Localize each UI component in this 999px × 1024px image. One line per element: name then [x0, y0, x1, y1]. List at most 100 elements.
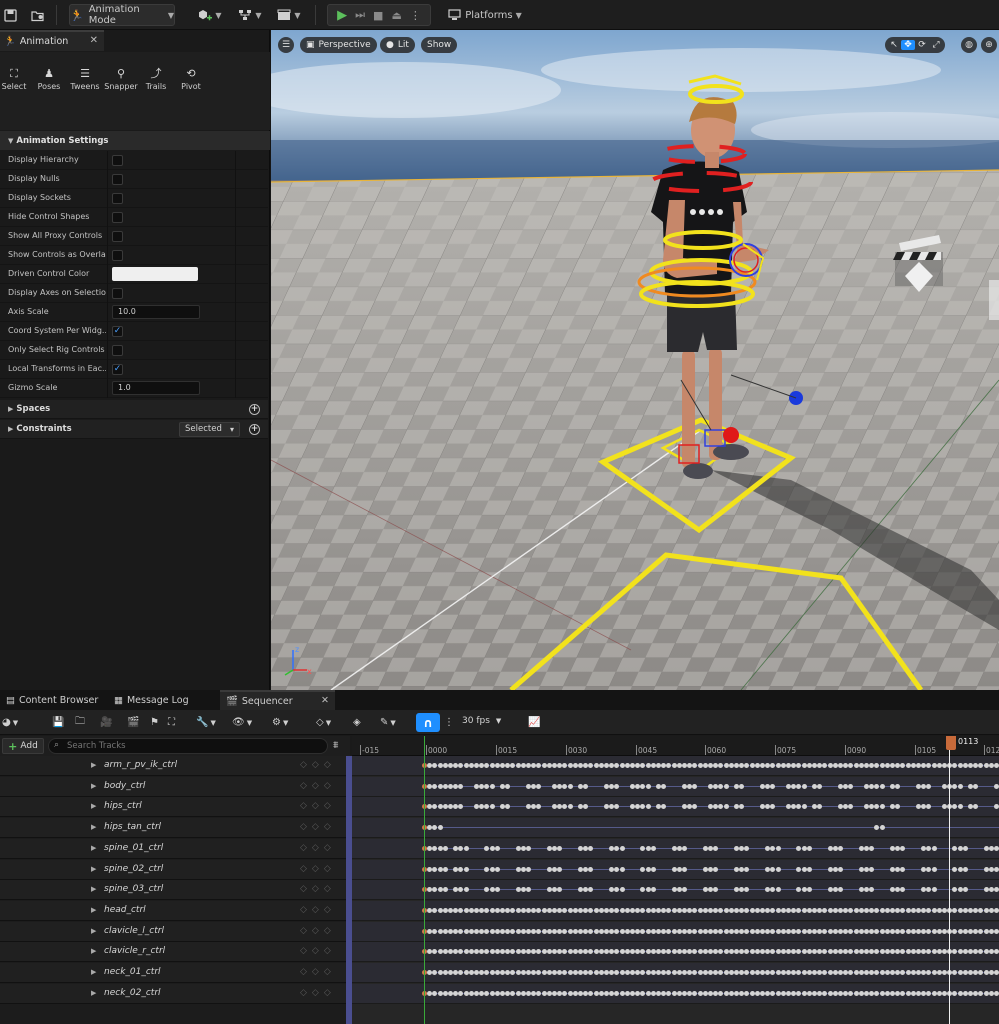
- keyframe[interactable]: [900, 846, 906, 851]
- keyframe[interactable]: [926, 784, 932, 789]
- keyframe[interactable]: [671, 929, 677, 934]
- keyframe[interactable]: [879, 929, 885, 934]
- auto-key-icon[interactable]: ◈: [353, 715, 361, 730]
- eject-icon[interactable]: ⏏: [391, 9, 401, 22]
- keyframe[interactable]: [749, 991, 755, 996]
- keyframe[interactable]: [744, 929, 750, 934]
- keyframe[interactable]: [671, 887, 677, 892]
- tab-sequencer[interactable]: 🎬 Sequencer ✕: [220, 690, 335, 710]
- keyframe[interactable]: [900, 763, 906, 768]
- keyframe[interactable]: [567, 804, 573, 809]
- keyframe[interactable]: [588, 908, 594, 913]
- search-tracks-input[interactable]: [48, 738, 328, 754]
- tab-message-log[interactable]: ▦ Message Log: [108, 690, 216, 710]
- keyframe[interactable]: [458, 867, 464, 872]
- keyframe[interactable]: [952, 949, 958, 954]
- keyframe[interactable]: [749, 929, 755, 934]
- keyframe[interactable]: [614, 763, 620, 768]
- keyframe[interactable]: [682, 887, 687, 892]
- keyframe[interactable]: [926, 846, 932, 851]
- keyframe[interactable]: [541, 991, 547, 996]
- keyframe[interactable]: [463, 763, 469, 768]
- display-hierarchy-checkbox[interactable]: [112, 155, 123, 166]
- keyframe[interactable]: [744, 991, 750, 996]
- keyframe[interactable]: [957, 784, 963, 789]
- keyframe[interactable]: [484, 846, 490, 851]
- keyframe[interactable]: [723, 784, 729, 789]
- keyframe[interactable]: [994, 949, 999, 954]
- keyframe[interactable]: [957, 949, 963, 954]
- keyframe[interactable]: [983, 991, 989, 996]
- keyframe[interactable]: [770, 804, 776, 809]
- keyframe[interactable]: [567, 991, 573, 996]
- keyframe[interactable]: [489, 970, 495, 975]
- keyframe[interactable]: [978, 949, 984, 954]
- keyframe[interactable]: [614, 804, 620, 809]
- keyframe[interactable]: [879, 991, 885, 996]
- keyframe[interactable]: [463, 970, 469, 975]
- keyframe[interactable]: [900, 970, 906, 975]
- spaces-section[interactable]: ▶ Spaces +: [0, 400, 268, 419]
- keyframe[interactable]: [437, 908, 443, 913]
- keyframe[interactable]: [562, 784, 568, 789]
- track-row[interactable]: ▶ spine_02_ctrl ◇◇◇: [0, 860, 348, 880]
- keyframe[interactable]: [848, 908, 854, 913]
- keyframe-lane[interactable]: [352, 901, 999, 921]
- keyframe[interactable]: [931, 887, 937, 892]
- more-options-icon[interactable]: ⋮: [410, 9, 421, 22]
- keyframe[interactable]: [593, 970, 599, 975]
- keyframe[interactable]: [957, 991, 963, 996]
- keyframe[interactable]: [983, 846, 989, 851]
- gizmo-scale-input[interactable]: 1.0: [112, 381, 200, 395]
- keyframe[interactable]: [983, 929, 989, 934]
- keyframe[interactable]: [994, 991, 999, 996]
- keyframe[interactable]: [562, 763, 568, 768]
- keyframe[interactable]: [614, 929, 620, 934]
- keyframe[interactable]: [801, 908, 807, 913]
- keyframe[interactable]: [619, 763, 625, 768]
- keyframe[interactable]: [879, 804, 885, 809]
- keyframe[interactable]: [822, 991, 828, 996]
- tool-select[interactable]: ⛶ Select: [0, 66, 31, 91]
- close-icon[interactable]: ✕: [90, 35, 98, 46]
- keyframe[interactable]: [879, 825, 885, 830]
- keyframe[interactable]: [848, 804, 854, 809]
- keyframe[interactable]: [869, 846, 875, 851]
- expand-arrow-icon[interactable]: ▶: [91, 844, 96, 852]
- select-mode-icon[interactable]: ↖: [887, 40, 901, 50]
- keyframe[interactable]: [926, 763, 932, 768]
- keyframe[interactable]: [994, 846, 999, 851]
- keyframe[interactable]: [484, 929, 490, 934]
- expand-arrow-icon[interactable]: ▶: [91, 782, 96, 790]
- keyframe[interactable]: [640, 908, 646, 913]
- world-icon[interactable]: ◕ ▼: [2, 715, 18, 730]
- keyframe-lane[interactable]: [352, 797, 999, 817]
- keyframe[interactable]: [905, 929, 911, 934]
- time-ruler[interactable]: -015 0000 0015 0030 0045 0060 0075 0090 0105 012: [352, 736, 999, 756]
- keyframe[interactable]: [900, 887, 906, 892]
- keyframe[interactable]: [978, 908, 984, 913]
- keyframe[interactable]: [567, 784, 573, 789]
- key-icon[interactable]: ◇ ▼: [316, 715, 331, 730]
- expand-arrow-icon[interactable]: ▶: [91, 989, 96, 997]
- level-viewport[interactable]: z x ☰ ▣ Perspective ● Lit Show ↖ ✥ ⟳ ⤢ ◍…: [271, 30, 999, 690]
- keyframe[interactable]: [463, 949, 469, 954]
- keyframe[interactable]: [994, 784, 999, 789]
- keyframe[interactable]: [484, 784, 490, 789]
- keyframe[interactable]: [770, 991, 776, 996]
- keyframe[interactable]: [489, 763, 495, 768]
- keyframe[interactable]: [723, 949, 729, 954]
- keyframe[interactable]: [692, 763, 698, 768]
- keyframe[interactable]: [640, 784, 646, 789]
- keyframe[interactable]: [744, 763, 750, 768]
- keyframe[interactable]: [931, 991, 937, 996]
- keyframe[interactable]: [682, 867, 687, 872]
- blueprint-button[interactable]: ▼: [236, 4, 264, 26]
- keyframe[interactable]: [432, 991, 438, 996]
- keyframe[interactable]: [905, 763, 911, 768]
- track-row[interactable]: ▶ body_ctrl ◇◇◇: [0, 777, 348, 797]
- more-options-icon[interactable]: ⋮: [444, 715, 454, 730]
- keyframe[interactable]: [770, 784, 776, 789]
- keyframe[interactable]: [983, 949, 989, 954]
- keyframe[interactable]: [588, 970, 594, 975]
